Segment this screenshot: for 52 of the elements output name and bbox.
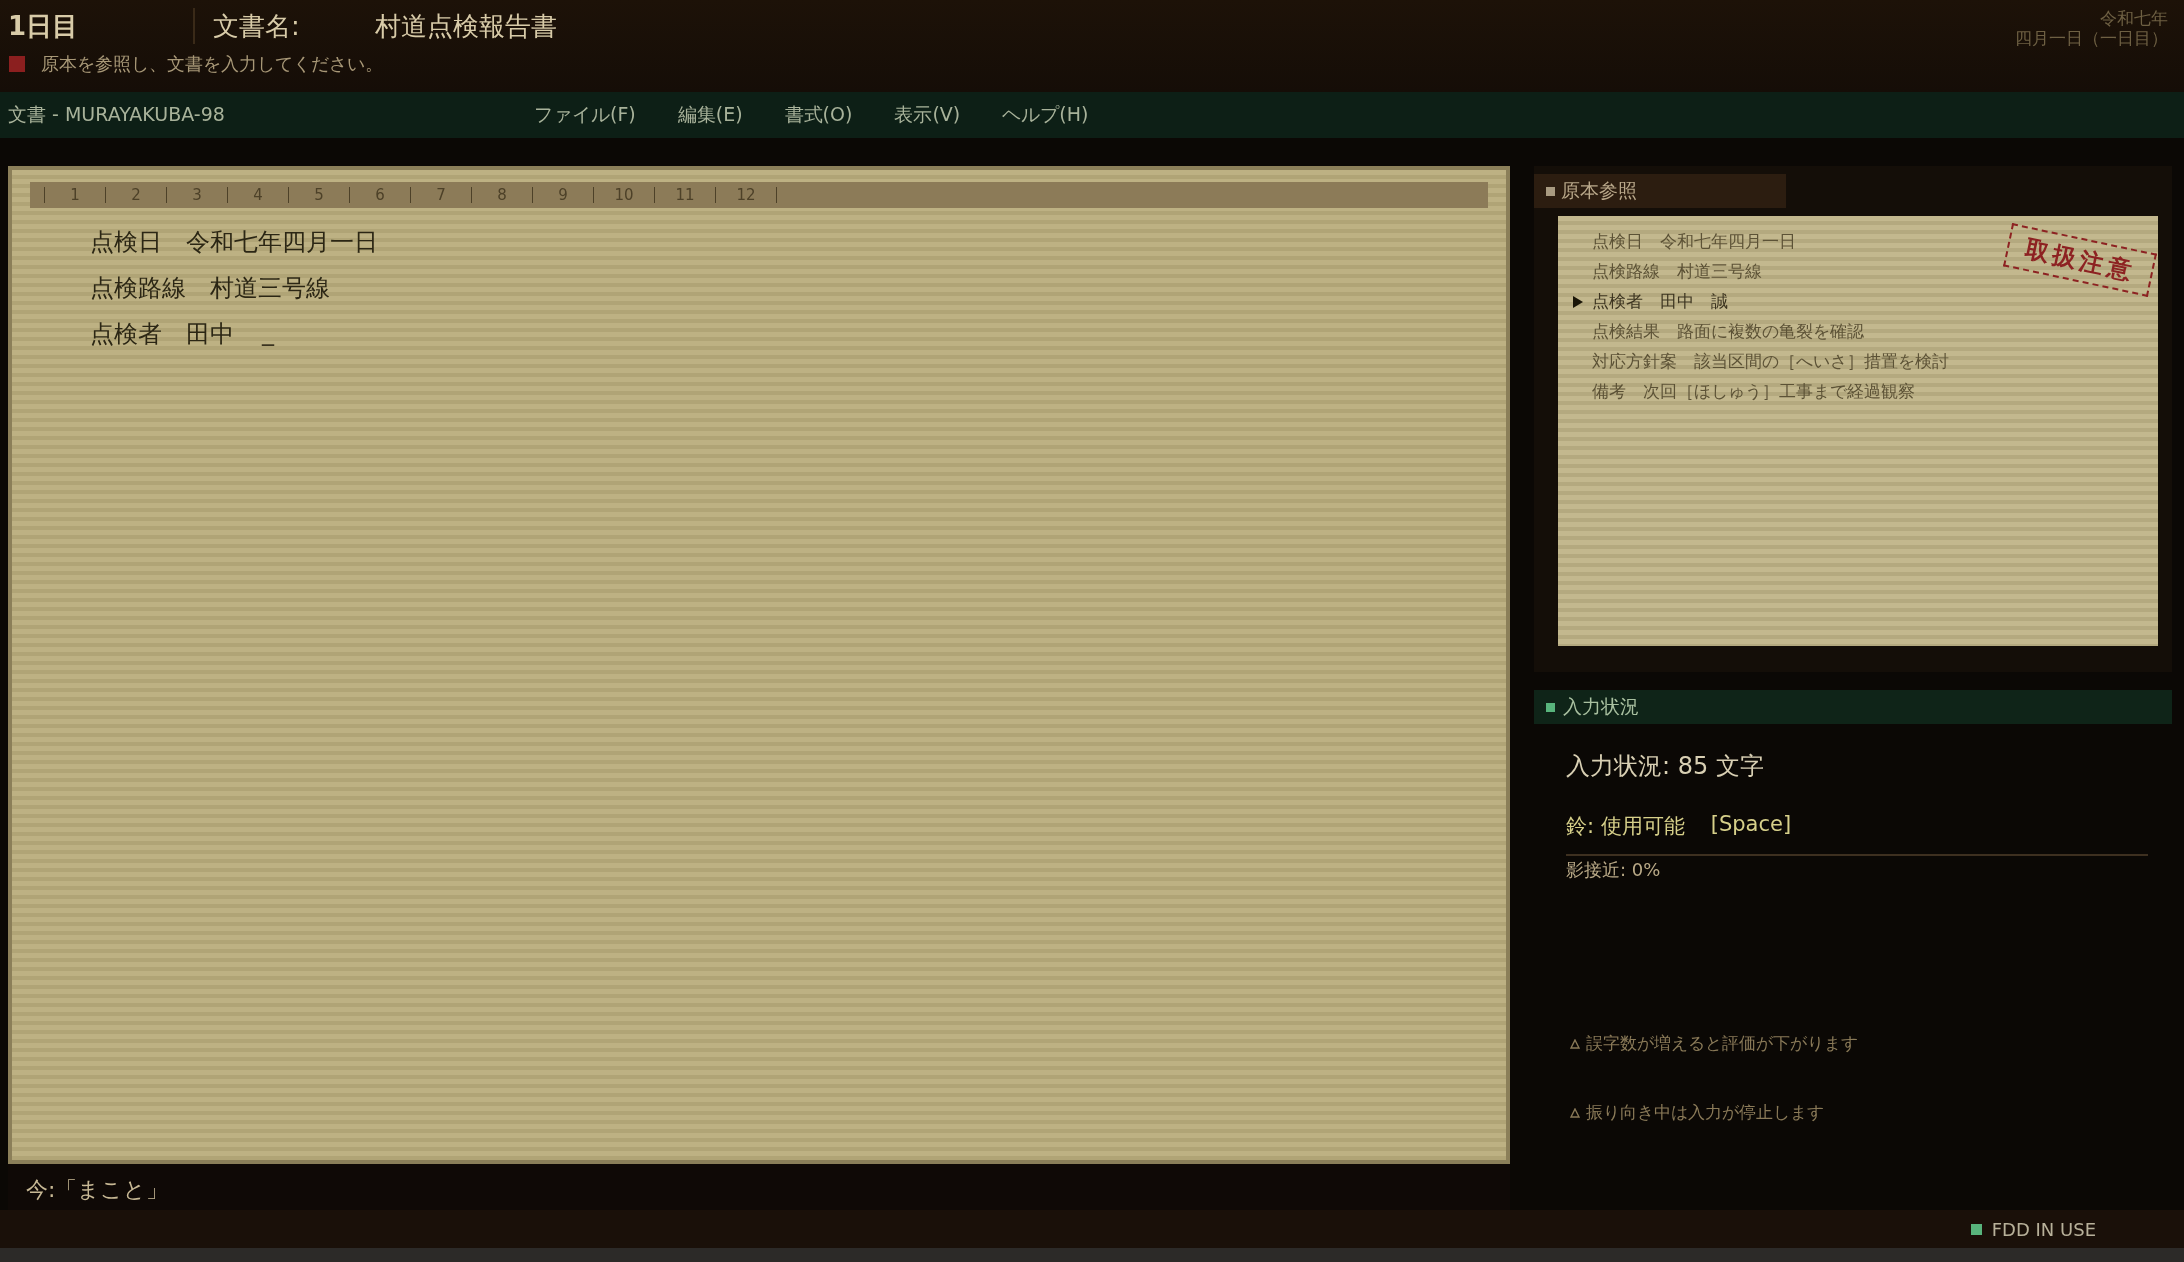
warning-icon <box>1570 1107 1580 1118</box>
reference-line: 点検日 令和七年四月一日 <box>1592 230 1796 253</box>
ruler-number: 11 <box>674 186 696 204</box>
ruler-number: 1 <box>69 186 81 204</box>
panel-title: 原本参照 <box>1561 178 1637 203</box>
date-text: 令和七年 <box>2100 8 2168 28</box>
ruler-number: 5 <box>313 186 325 204</box>
shadow-label: 影接近: 0% <box>1566 858 1662 882</box>
character-count: 入力状況: 85 文字 <box>1566 751 1765 782</box>
reference-line: 点検者 田中 誠 <box>1592 290 1728 313</box>
menu-item[interactable]: 表示(V) <box>894 102 961 128</box>
document-name: 村道点検報告書 <box>375 9 557 43</box>
document-name-label: 文書名: <box>213 9 301 43</box>
document-line: 点検路線 村道三号線 <box>90 273 330 304</box>
warning-icon <box>1570 1038 1580 1049</box>
ruler-number: 3 <box>191 186 203 204</box>
ruler-number: 8 <box>496 186 508 204</box>
ruler-number: 4 <box>252 186 264 204</box>
indicator-light <box>1970 1223 1982 1235</box>
panel-title: 入力状況 <box>1563 694 1639 719</box>
text-cursor: _ <box>262 318 274 348</box>
menu-item[interactable]: ファイル(F) <box>534 102 636 128</box>
date-text: 四月一日（一日目） <box>2015 28 2168 48</box>
ruler-number: 12 <box>735 186 757 204</box>
bell-status: 鈴: 使用可能 <box>1566 813 1685 840</box>
drive-indicator: FDD IN USE <box>1991 1218 2096 1240</box>
key-hint: [Space] <box>1710 812 1792 838</box>
menu-item[interactable]: ヘルプ(H) <box>1002 102 1089 128</box>
window-title: 文書 - MURAYAKUBA-98 <box>8 102 226 127</box>
ruler-number: 9 <box>557 186 569 204</box>
square-icon <box>1546 186 1555 196</box>
ruler-number: 2 <box>130 186 142 204</box>
speech-text: 今:「まこと」 <box>26 1176 169 1205</box>
document-line: 点検日 令和七年四月一日 <box>90 227 378 258</box>
menu-item[interactable]: 編集(E) <box>677 102 743 128</box>
instruction-text: 原本を参照し、文書を入力してください。 <box>41 52 383 76</box>
ruler-number: 10 <box>613 186 635 204</box>
document-paper[interactable]: 1 2 3 4 5 6 7 8 9 10 11 12 点検日 令和七年四月一日 点検路線 村道三号線 点検者 田中 _ <box>8 166 1510 1165</box>
note-text: 振り向き中は入力が停止します <box>1586 1101 1824 1124</box>
ruler-number: 6 <box>374 186 386 204</box>
reference-line: 対応方針案 該当区間の［へいさ］措置を検討 <box>1592 350 1949 373</box>
menu-item[interactable]: 書式(O) <box>784 102 853 128</box>
stamp: 取扱注意 <box>2003 223 2157 297</box>
day-label: 1日目 <box>8 9 80 43</box>
reference-line: 備考 次回［ほしゅう］工事まで経過観察 <box>1592 380 1915 403</box>
ruler-number: 7 <box>435 186 447 204</box>
reference-line: 点検路線 村道三号線 <box>1592 260 1762 283</box>
reference-line: 点検結果 路面に複数の亀裂を確認 <box>1592 320 1864 343</box>
square-icon <box>1546 702 1555 712</box>
square-icon <box>9 56 25 72</box>
note-text: 誤字数が増えると評価が下がります <box>1586 1032 1858 1055</box>
document-line: 点検者 田中 <box>90 319 234 350</box>
